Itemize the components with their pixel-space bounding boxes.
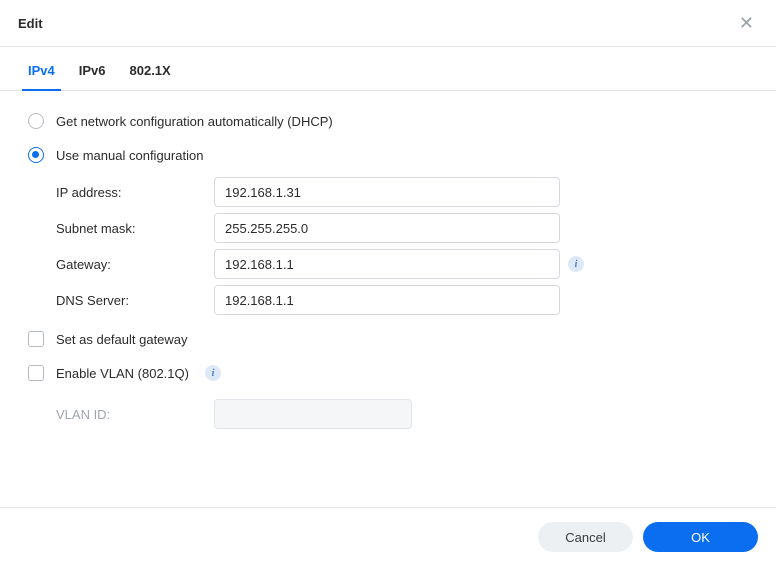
- dialog-body: Get network configuration automatically …: [0, 91, 776, 451]
- dialog-header: Edit ✕: [0, 0, 776, 47]
- info-icon[interactable]: i: [205, 365, 221, 381]
- vlan-id-row: VLAN ID:: [56, 399, 748, 429]
- default-gw-row: Set as default gateway: [28, 331, 748, 347]
- dns-input[interactable]: [214, 285, 560, 315]
- tab-ipv4[interactable]: IPv4: [28, 63, 55, 90]
- ip-row: IP address:: [56, 177, 748, 207]
- gw-label: Gateway:: [56, 257, 214, 272]
- dns-label: DNS Server:: [56, 293, 214, 308]
- cancel-button[interactable]: Cancel: [538, 522, 633, 552]
- radio-manual[interactable]: [28, 147, 44, 163]
- vlan-checkbox[interactable]: [28, 365, 44, 381]
- tabs: IPv4 IPv6 802.1X: [0, 47, 776, 91]
- radio-manual-label: Use manual configuration: [56, 148, 203, 163]
- dialog-title: Edit: [18, 16, 43, 31]
- vlan-row: Enable VLAN (802.1Q) i: [28, 365, 748, 381]
- tab-8021x[interactable]: 802.1X: [130, 63, 171, 90]
- radio-manual-row: Use manual configuration: [28, 147, 748, 163]
- dialog-footer: Cancel OK: [0, 507, 776, 566]
- gw-input[interactable]: [214, 249, 560, 279]
- ip-input[interactable]: [214, 177, 560, 207]
- default-gw-checkbox[interactable]: [28, 331, 44, 347]
- default-gw-label: Set as default gateway: [56, 332, 188, 347]
- radio-dhcp-row: Get network configuration automatically …: [28, 113, 748, 129]
- info-icon[interactable]: i: [568, 256, 584, 272]
- vlan-label: Enable VLAN (802.1Q): [56, 366, 189, 381]
- mask-input[interactable]: [214, 213, 560, 243]
- manual-form: IP address: Subnet mask: Gateway: i DNS …: [56, 177, 748, 315]
- radio-dhcp-label: Get network configuration automatically …: [56, 114, 333, 129]
- vlan-id-label: VLAN ID:: [56, 407, 214, 422]
- tab-ipv6[interactable]: IPv6: [79, 63, 106, 90]
- vlan-id-input: [214, 399, 412, 429]
- mask-label: Subnet mask:: [56, 221, 214, 236]
- gw-row: Gateway: i: [56, 249, 748, 279]
- ok-button[interactable]: OK: [643, 522, 758, 552]
- radio-dhcp[interactable]: [28, 113, 44, 129]
- ip-label: IP address:: [56, 185, 214, 200]
- mask-row: Subnet mask:: [56, 213, 748, 243]
- close-icon[interactable]: ✕: [735, 10, 758, 36]
- dns-row: DNS Server:: [56, 285, 748, 315]
